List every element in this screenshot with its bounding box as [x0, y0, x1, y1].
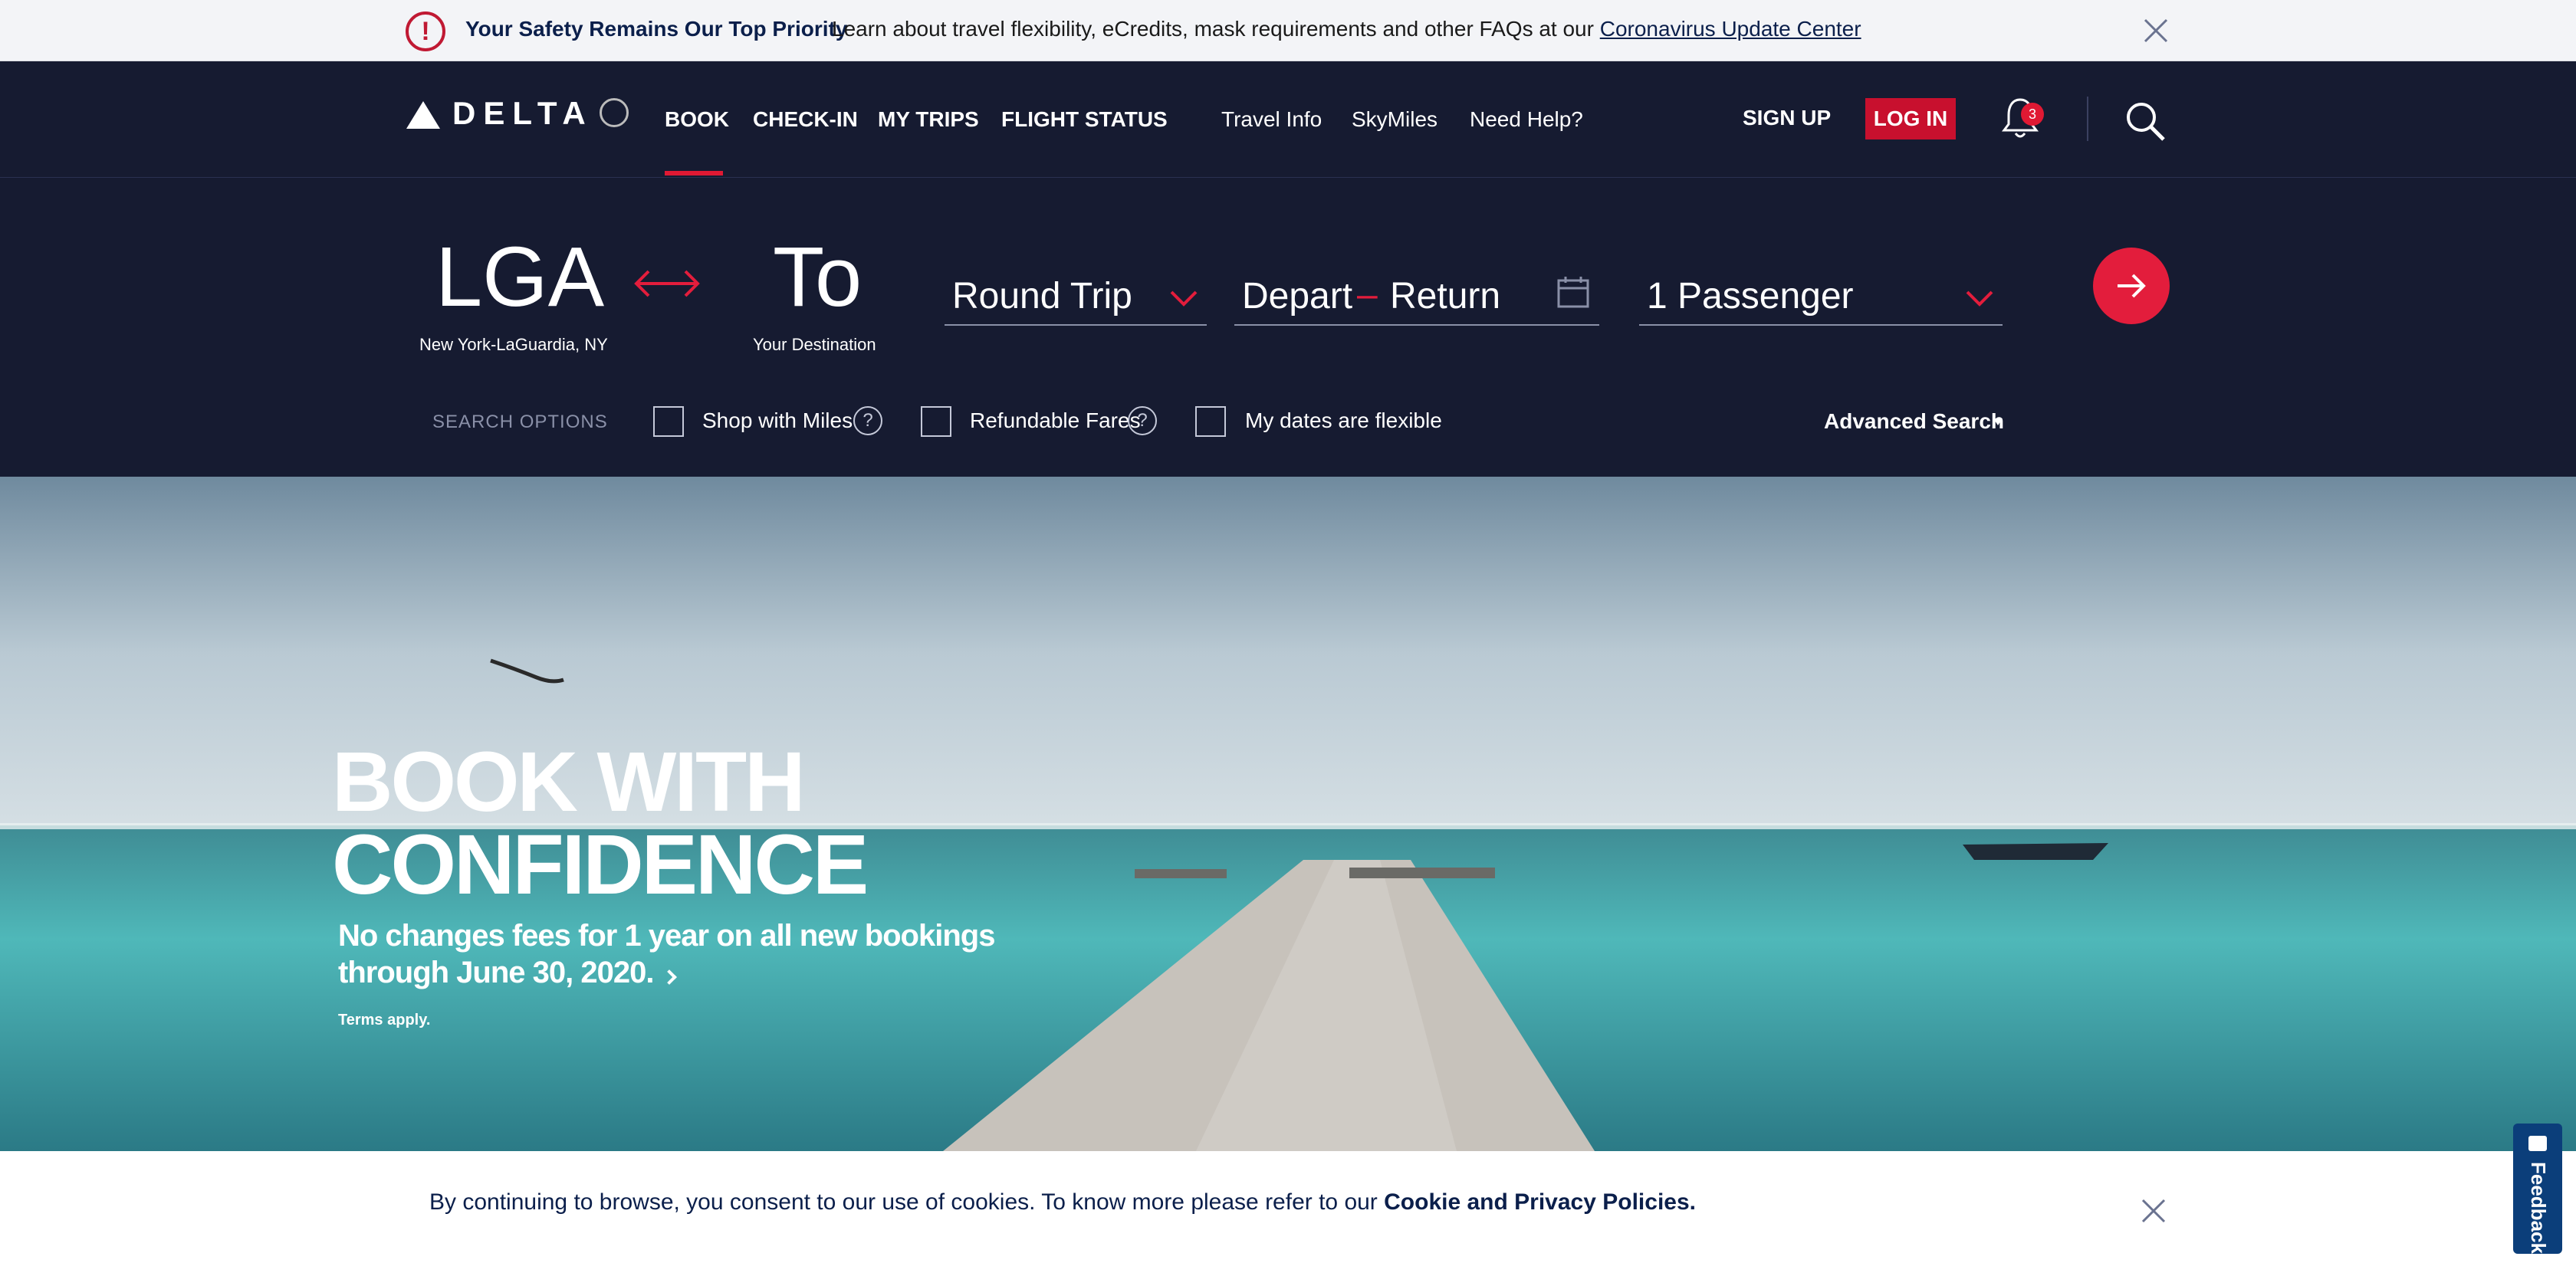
destination-name: Your Destination [753, 335, 876, 354]
arrow-right-icon [2118, 274, 2146, 298]
help-icon[interactable]: ? [853, 406, 882, 435]
chevron-down-icon [1966, 290, 1993, 307]
log-in-button[interactable]: LOG IN [1865, 98, 1956, 139]
date-separator: – [1357, 274, 1378, 315]
hero-banner: BOOK WITH CONFIDENCE No changes fees for… [0, 477, 2576, 1151]
return-label: Return [1390, 276, 1501, 317]
help-icon[interactable]: ? [1128, 406, 1157, 435]
skyteam-globe-icon [600, 98, 629, 127]
alert-message: Learn about travel flexibility, eCredits… [832, 17, 1861, 41]
flexible-dates-checkbox[interactable] [1195, 406, 1226, 437]
origin-airport-name: New York-LaGuardia, NY [419, 335, 608, 354]
calendar-icon[interactable] [1556, 275, 1590, 309]
cookie-text: By continuing to browse, you consent to … [429, 1189, 1385, 1215]
hero-title-line-1: BOOK WITH [332, 735, 806, 829]
destination-code[interactable]: To [773, 228, 862, 326]
notification-badge: 3 [2021, 103, 2044, 126]
feedback-tab[interactable]: Feedback [2513, 1124, 2562, 1254]
cookie-message: By continuing to browse, you consent to … [429, 1189, 1696, 1215]
logo-text: DELTA [452, 95, 593, 131]
hero-title-line-2: CONFIDENCE [332, 818, 869, 912]
terms-apply-note[interactable]: Terms apply. [338, 1012, 430, 1029]
main-header: DELTA BOOK CHECK-IN MY TRIPS FLIGHT STAT… [0, 61, 2576, 178]
dates-field[interactable]: Depart – Return [1234, 266, 1599, 326]
nav-book[interactable]: BOOK [665, 107, 729, 132]
close-icon[interactable] [2140, 1197, 2167, 1225]
nav-my-trips[interactable]: MY TRIPS [878, 107, 979, 132]
origin-airport-code[interactable]: LGA [435, 228, 604, 326]
refundable-fares-checkbox[interactable] [921, 406, 951, 437]
depart-label: Depart [1242, 276, 1353, 317]
hero-title: BOOK WITH CONFIDENCE [332, 735, 869, 912]
nav-travel-info[interactable]: Travel Info [1221, 107, 1322, 132]
search-options-label: SEARCH OPTIONS [432, 412, 608, 432]
safety-alert-bar: ! Your Safety Remains Our Top Priority L… [0, 0, 2576, 61]
chevron-down-icon [1170, 290, 1198, 307]
search-icon[interactable] [2124, 100, 2167, 143]
warning-icon: ! [406, 11, 445, 51]
passengers-value: 1 Passenger [1647, 276, 1854, 317]
trip-type-value: Round Trip [952, 276, 1132, 317]
chat-bubble-icon [2528, 1136, 2547, 1151]
nav-check-in[interactable]: CHECK-IN [753, 107, 858, 132]
flexible-dates-label[interactable]: My dates are flexible [1245, 408, 1442, 433]
header-divider [2087, 97, 2088, 141]
search-flights-button[interactable] [2093, 248, 2170, 324]
hero-subtitle-link[interactable]: No changes fees for 1 year on all new bo… [338, 917, 1028, 991]
caret-down-icon [1993, 418, 2003, 425]
booking-panel: LGA New York-LaGuardia, NY To Your Desti… [0, 178, 2576, 477]
shop-with-miles-label[interactable]: Shop with Miles [702, 408, 853, 433]
cookie-policy-link[interactable]: Cookie and Privacy Policies. [1384, 1189, 1696, 1215]
swap-arrows-icon[interactable] [633, 268, 701, 299]
alert-title: Your Safety Remains Our Top Priority [465, 17, 848, 41]
refundable-fares-label[interactable]: Refundable Fares [970, 408, 1141, 433]
alert-message-text: Learn about travel flexibility, eCredits… [832, 17, 1600, 41]
advanced-search-link[interactable]: Advanced Search [1824, 409, 2004, 434]
passengers-select[interactable]: 1 Passenger [1639, 266, 2003, 326]
cookie-consent-bar: By continuing to browse, you consent to … [0, 1151, 2576, 1263]
nav-active-indicator [665, 171, 723, 176]
chevron-right-icon [662, 969, 678, 985]
shop-with-miles-checkbox[interactable] [653, 406, 684, 437]
trip-type-select[interactable]: Round Trip [945, 266, 1207, 326]
close-icon[interactable] [2142, 17, 2170, 44]
feedback-label: Feedback [2527, 1162, 2550, 1254]
nav-need-help[interactable]: Need Help? [1470, 107, 1583, 132]
delta-widget-icon [406, 101, 440, 129]
coronavirus-update-link[interactable]: Coronavirus Update Center [1600, 17, 1861, 41]
nav-flight-status[interactable]: FLIGHT STATUS [1001, 107, 1168, 132]
nav-skymiles[interactable]: SkyMiles [1352, 107, 1438, 132]
sign-up-link[interactable]: SIGN UP [1743, 106, 1831, 130]
